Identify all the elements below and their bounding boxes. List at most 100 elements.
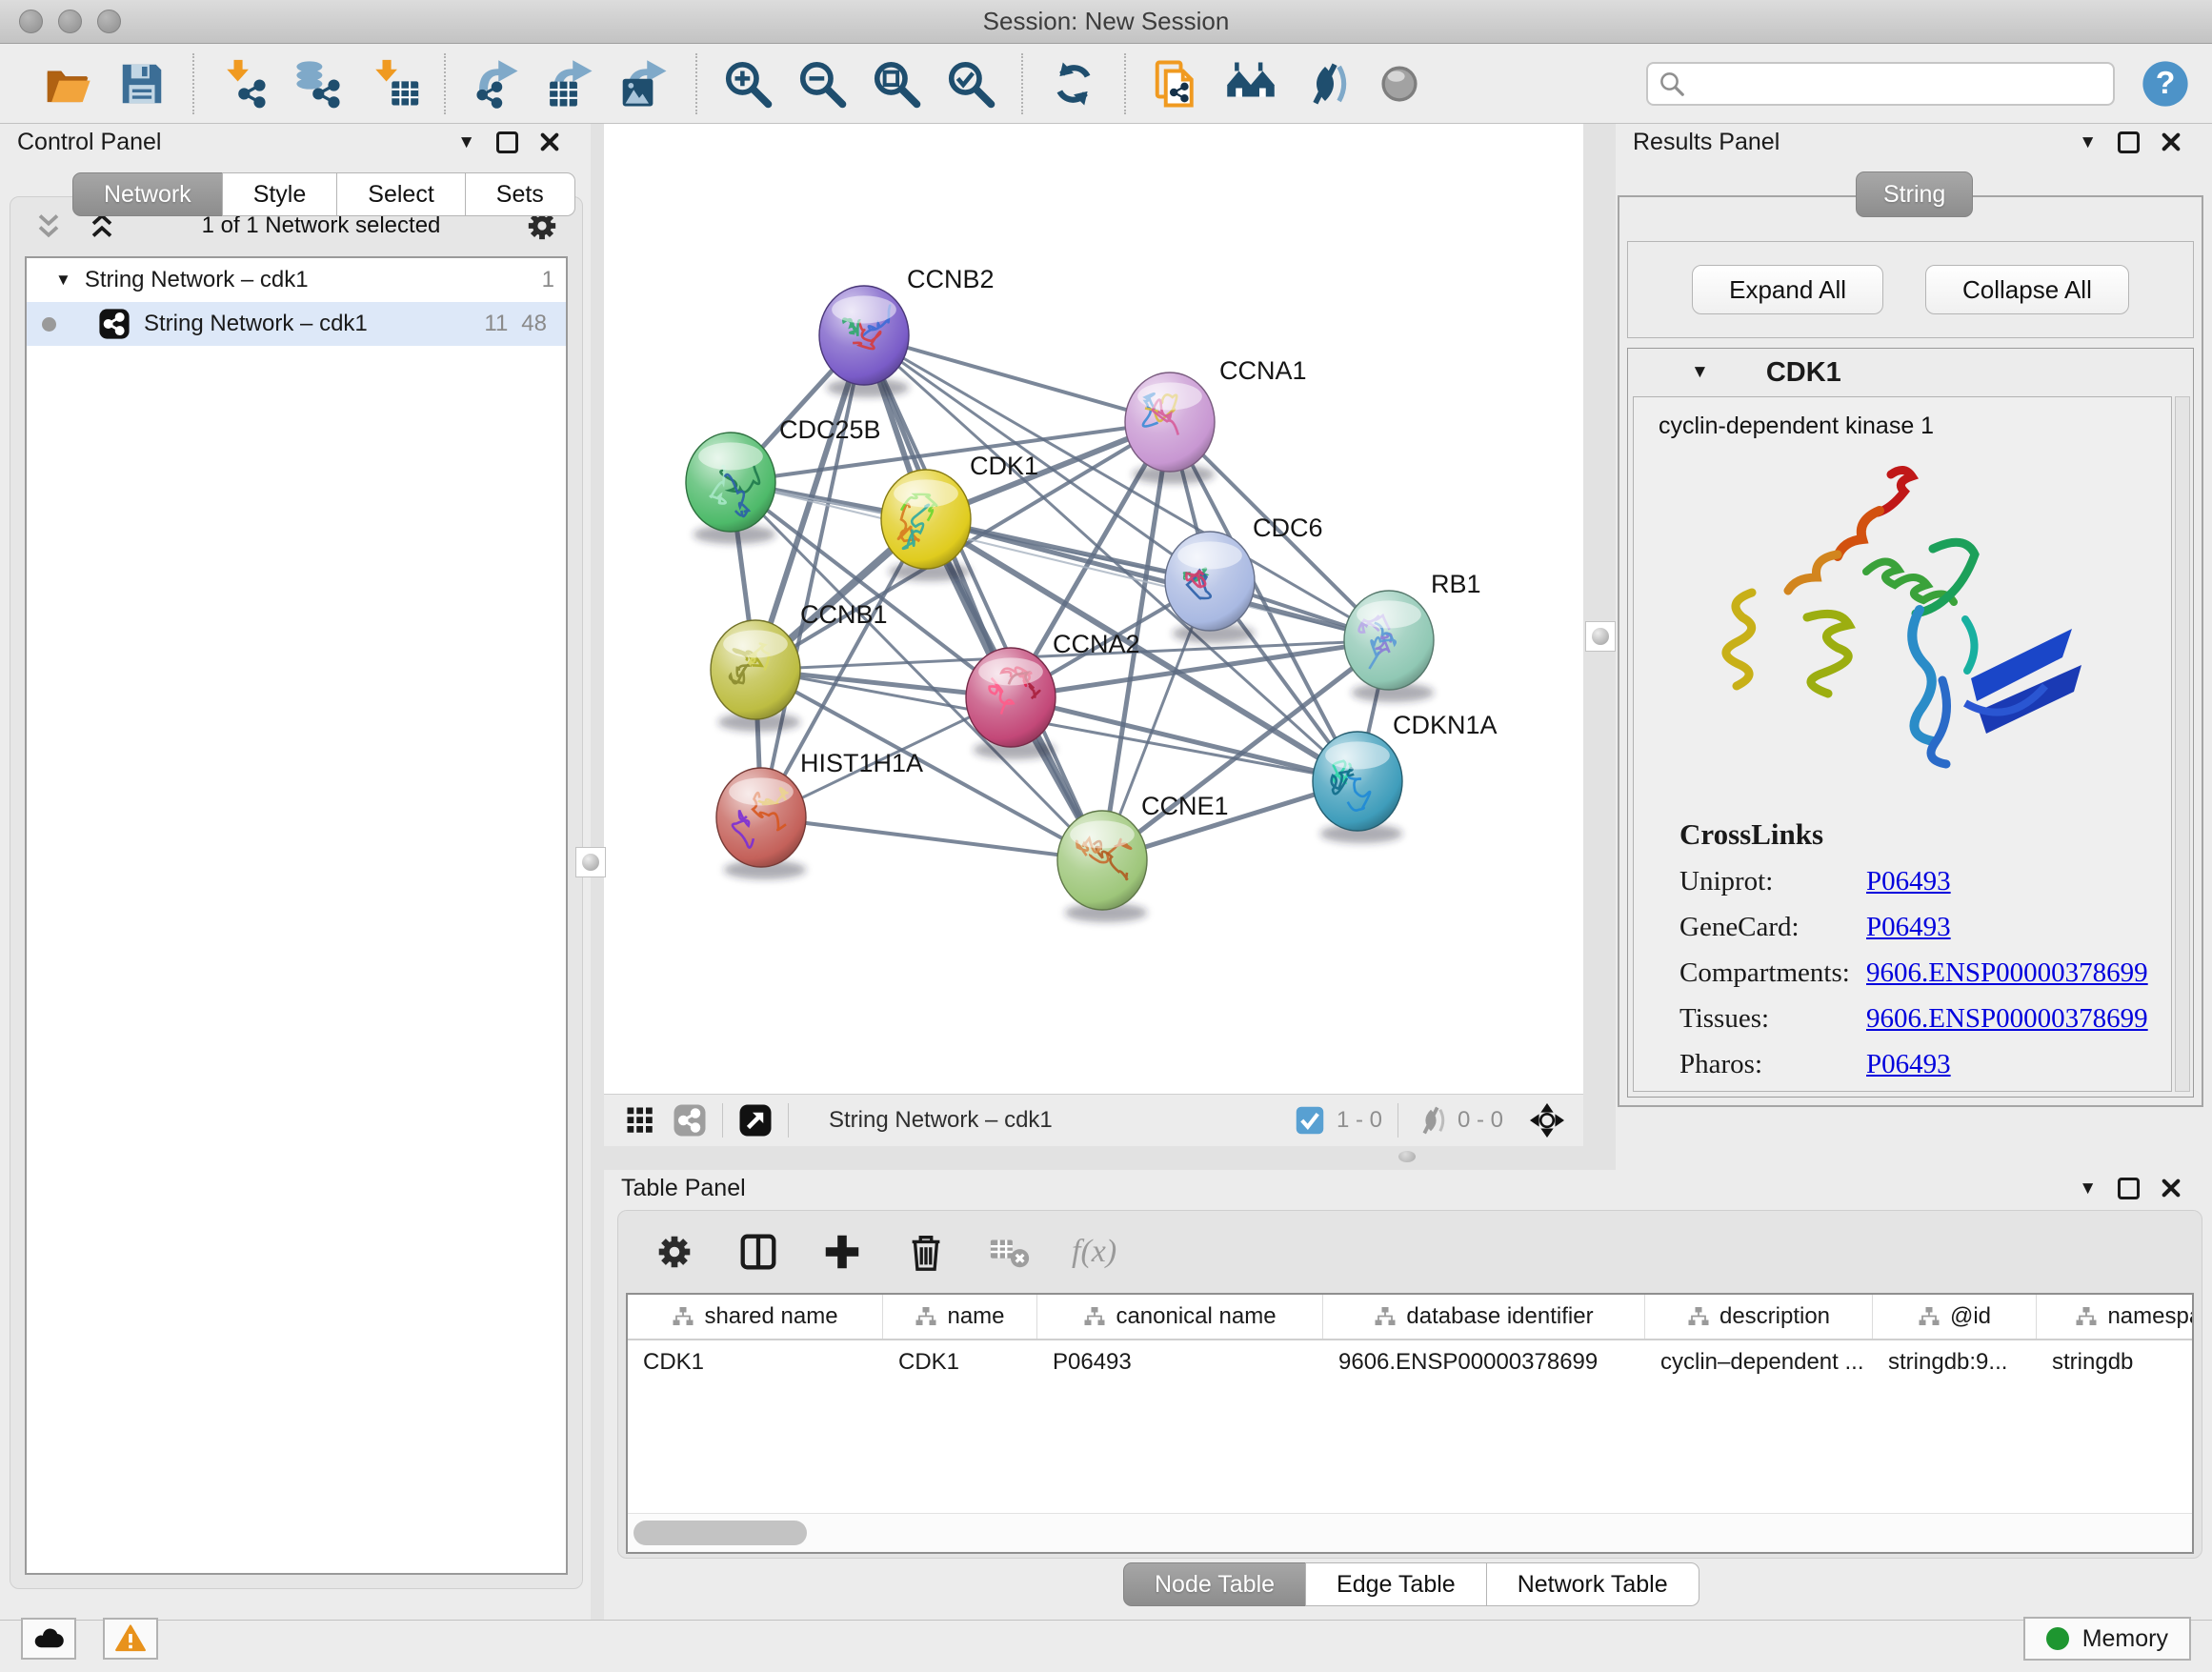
import-database-button[interactable]	[293, 58, 345, 110]
crosslink-link[interactable]: 9606.ENSP00000378699	[1866, 957, 2148, 989]
tab-select[interactable]: Select	[336, 172, 465, 216]
eye-button[interactable]	[1374, 58, 1425, 110]
panel-menu-icon[interactable]: ▼	[2079, 1179, 2097, 1198]
protein-description: cyclin-dependent kinase 1	[1634, 397, 2171, 440]
maximize-window-button[interactable]	[97, 10, 121, 33]
zoom-out-button[interactable]	[796, 58, 848, 110]
warnings-button[interactable]	[103, 1618, 158, 1660]
network-row[interactable]: String Network – cdk1 11 48	[27, 302, 566, 346]
column-label: description	[1719, 1303, 1830, 1330]
svg-text:CCNA2: CCNA2	[1053, 630, 1140, 658]
toolbar-group	[192, 53, 444, 114]
panel-menu-icon[interactable]: ▼	[457, 133, 475, 151]
toolbar-group	[1124, 53, 1450, 114]
close-panel-icon[interactable]	[2161, 131, 2182, 152]
add-column-icon[interactable]	[820, 1230, 864, 1274]
node-table[interactable]: shared namenamecanonical namedatabase id…	[626, 1293, 2194, 1554]
column-header-canonical-name[interactable]: canonical name	[1037, 1295, 1323, 1339]
column-header-description[interactable]: description	[1645, 1295, 1873, 1339]
tab-style[interactable]: Style	[222, 172, 338, 216]
delete-column-icon[interactable]	[904, 1230, 948, 1274]
memory-label: Memory	[2082, 1625, 2168, 1653]
close-panel-icon[interactable]	[539, 131, 560, 152]
search-box[interactable]	[1646, 62, 2115, 106]
graph-node-CDC25B	[686, 433, 775, 544]
graph-node-CDKN1A	[1313, 732, 1402, 843]
grid-view-icon[interactable]	[623, 1103, 657, 1138]
tab-string[interactable]: String	[1856, 171, 1973, 217]
birds-eye-view-icon[interactable]	[738, 1103, 773, 1138]
float-panel-icon[interactable]	[2118, 1178, 2140, 1199]
toolbar-group	[1021, 53, 1124, 114]
tab-edge-table[interactable]: Edge Table	[1305, 1562, 1487, 1606]
collapse-all-networks-icon[interactable]	[31, 209, 66, 243]
tab-node-table[interactable]: Node Table	[1123, 1562, 1306, 1606]
column-header-name[interactable]: name	[883, 1295, 1037, 1339]
left-splitter-handle[interactable]	[575, 847, 606, 877]
crosslink-link[interactable]: P06493	[1866, 1049, 1951, 1080]
table-row[interactable]: CDK1CDK1P064939606.ENSP00000378699cyclin…	[628, 1340, 2192, 1384]
import-table-button[interactable]	[368, 58, 419, 110]
houses-button[interactable]	[1225, 58, 1277, 110]
tab-network[interactable]: Network	[72, 172, 223, 216]
cloud-status-button[interactable]	[21, 1618, 76, 1660]
tab-sets[interactable]: Sets	[465, 172, 575, 216]
network-graph[interactable]: CCNB2CCNA1CDC25BCDK1CDC6RB1CCNB1CCNA2CDK…	[604, 124, 1583, 1094]
panel-menu-icon[interactable]: ▼	[2079, 133, 2097, 151]
network-view[interactable]: CCNB2CCNA1CDC25BCDK1CDC6RB1CCNB1CCNA2CDK…	[604, 124, 1583, 1146]
show-columns-icon[interactable]	[736, 1230, 780, 1274]
window-title: Session: New Session	[0, 0, 2212, 43]
tab-network-table[interactable]: Network Table	[1486, 1562, 1699, 1606]
column-header-namespace[interactable]: namespace	[2037, 1295, 2194, 1339]
minimize-window-button[interactable]	[58, 10, 82, 33]
svg-text:CCNB1: CCNB1	[800, 600, 888, 629]
float-panel-icon[interactable]	[2118, 131, 2140, 153]
table-hscrollbar[interactable]	[628, 1513, 2192, 1552]
open-folder-button[interactable]	[42, 58, 93, 110]
zoom-fit-button[interactable]	[871, 58, 922, 110]
copy-network-button[interactable]	[1151, 58, 1202, 110]
save-button[interactable]	[116, 58, 168, 110]
tree-expander-icon[interactable]: ▼	[55, 271, 71, 290]
zoom-selected-button[interactable]	[945, 58, 996, 110]
column-header-shared-name[interactable]: shared name	[628, 1295, 883, 1339]
hide-panel-button[interactable]	[1299, 58, 1351, 110]
hidden-items-icon[interactable]	[1414, 1103, 1448, 1138]
protein-structure-image	[1693, 457, 2112, 812]
memory-button[interactable]: Memory	[2023, 1617, 2191, 1661]
search-input[interactable]	[1694, 65, 2103, 103]
table-options-gear-icon[interactable]	[653, 1230, 696, 1274]
float-panel-icon[interactable]	[496, 131, 518, 153]
warning-icon	[114, 1622, 147, 1655]
expand-collapse-bar: Expand All Collapse All	[1627, 241, 2194, 338]
column-header-database-identifier[interactable]: database identifier	[1323, 1295, 1645, 1339]
crosslink-link[interactable]: 9606.ENSP00000378699	[1866, 1003, 2148, 1035]
selected-items-checkbox-icon[interactable]	[1293, 1103, 1327, 1138]
results-scrollbar[interactable]	[2175, 396, 2190, 1092]
protein-section-header[interactable]: ▼ CDK1	[1628, 349, 2193, 396]
expand-all-button[interactable]: Expand All	[1692, 265, 1883, 314]
refresh-button[interactable]	[1048, 58, 1099, 110]
network-view-icon[interactable]	[673, 1103, 707, 1138]
crosslink-link[interactable]: P06493	[1866, 912, 1951, 943]
table-hscrollbar-thumb[interactable]	[633, 1521, 807, 1545]
collapse-all-button[interactable]: Collapse All	[1925, 265, 2129, 314]
export-network-button[interactable]	[471, 58, 522, 110]
bottom-splitter-handle[interactable]	[1398, 1151, 1416, 1162]
right-splitter-handle[interactable]	[1585, 621, 1616, 652]
graph-node-CCNB1	[711, 620, 800, 732]
section-expander-icon[interactable]: ▼	[1691, 362, 1709, 383]
toolbar-right: ?	[1646, 58, 2212, 110]
column-header-@id[interactable]: @id	[1873, 1295, 2037, 1339]
close-window-button[interactable]	[19, 10, 43, 33]
close-panel-icon[interactable]	[2161, 1178, 2182, 1199]
network-collection-row[interactable]: ▼ String Network – cdk1 1	[27, 258, 566, 302]
network-icon	[98, 308, 131, 340]
export-table-button[interactable]	[545, 58, 596, 110]
export-image-button[interactable]	[619, 58, 671, 110]
zoom-in-button[interactable]	[722, 58, 774, 110]
fit-content-icon[interactable]	[1530, 1103, 1564, 1138]
import-network-button[interactable]	[219, 58, 271, 110]
crosslink-link[interactable]: P06493	[1866, 866, 1951, 897]
help-button[interactable]: ?	[2140, 58, 2191, 110]
